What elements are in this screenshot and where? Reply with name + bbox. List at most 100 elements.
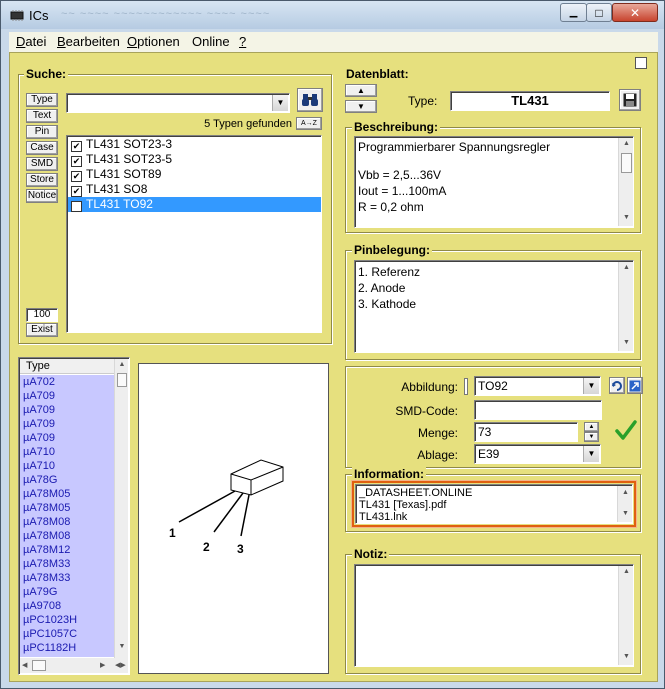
next-button[interactable]: ▼ xyxy=(345,100,377,113)
type-list-item[interactable]: µA78M05 xyxy=(20,487,114,501)
result-item[interactable]: ✔ TL431 SOT23-3 xyxy=(68,137,321,152)
prev-button[interactable]: ▲ xyxy=(345,84,377,97)
type-list-item[interactable]: µA709 xyxy=(20,403,114,417)
scroll-down-icon[interactable]: ▼ xyxy=(618,510,633,517)
scroll-down-icon[interactable]: ▼ xyxy=(619,653,634,660)
abbildung-combobox[interactable]: TO92 ▼ xyxy=(474,376,601,396)
hscroll-thumb[interactable] xyxy=(32,660,46,671)
notes-scrollbar[interactable]: ▲ ▼ xyxy=(618,566,633,665)
description-scrollbar[interactable]: ▲ ▼ xyxy=(618,138,633,226)
type-list-item[interactable]: µA78M05 xyxy=(20,501,114,515)
check-icon[interactable] xyxy=(615,419,637,441)
menu-help[interactable]: ? xyxy=(239,34,246,49)
chevron-down-icon[interactable]: ▼ xyxy=(583,446,599,462)
filter-store-button[interactable]: Store xyxy=(26,173,58,187)
pinout-text[interactable]: 1. Referenz 2. Anode 3. Kathode ▲ ▼ xyxy=(354,260,634,353)
refresh-button[interactable] xyxy=(609,377,625,394)
options-checkbox[interactable] xyxy=(635,57,647,69)
result-checkbox[interactable]: ✔ xyxy=(71,201,82,212)
information-scrollbar[interactable]: ▲ ▼ xyxy=(617,486,632,522)
filter-case-button[interactable]: Case xyxy=(26,141,58,155)
menu-datei[interactable]: Datei xyxy=(16,34,46,49)
menu-optionen[interactable]: Optionen xyxy=(127,34,180,49)
ablage-combobox[interactable]: E39 ▼ xyxy=(474,444,601,464)
result-label: TL431 SOT23-5 xyxy=(86,152,173,166)
scroll-down-icon[interactable]: ▼ xyxy=(115,643,129,650)
binoculars-button[interactable] xyxy=(297,88,323,112)
scroll-both-icon[interactable]: ◀▶ xyxy=(115,661,126,669)
title-bar[interactable]: ICs ~~ ~~~~ ~~~~~~~~~~~~ ~~~~ ~~~~ ▁ □ ✕ xyxy=(1,1,664,29)
scroll-left-icon[interactable]: ◀ xyxy=(22,661,27,669)
type-field[interactable]: TL431 xyxy=(450,91,610,111)
type-list-item[interactable]: µA710 xyxy=(20,459,114,473)
type-list-item[interactable]: µA702 xyxy=(20,375,114,389)
close-button[interactable]: ✕ xyxy=(612,3,658,22)
type-list-item[interactable]: µA78M33 xyxy=(20,571,114,585)
exist-button[interactable]: Exist xyxy=(26,323,58,337)
scroll-down-icon[interactable]: ▼ xyxy=(619,214,634,221)
type-list-item[interactable]: µA79G xyxy=(20,585,114,599)
result-checkbox[interactable]: ✔ xyxy=(71,141,82,152)
save-button[interactable] xyxy=(619,89,641,111)
type-list-item[interactable]: µA709 xyxy=(20,389,114,403)
notes-field[interactable]: ▲ ▼ xyxy=(354,564,634,667)
scroll-up-icon[interactable]: ▲ xyxy=(619,264,634,271)
filter-type-button[interactable]: Type xyxy=(26,93,58,107)
type-list-item[interactable]: µPC1057C xyxy=(20,627,114,641)
pin-label-3: 3 xyxy=(237,542,244,556)
scroll-thumb[interactable] xyxy=(117,373,127,387)
count-field[interactable]: 100 xyxy=(26,308,58,322)
result-checkbox[interactable]: ✔ xyxy=(71,156,82,167)
type-list-item[interactable]: µA78M08 xyxy=(20,529,114,543)
filter-smd-button[interactable]: SMD xyxy=(26,157,58,171)
menge-down-button[interactable]: ▼ xyxy=(584,432,599,442)
scroll-down-icon[interactable]: ▼ xyxy=(619,339,634,346)
type-list-item[interactable]: µA78M08 xyxy=(20,515,114,529)
refresh-icon xyxy=(612,381,622,391)
type-list-hscrollbar[interactable]: ◀ ▶ ◀▶ xyxy=(20,658,128,673)
type-list-item[interactable]: µA78G xyxy=(20,473,114,487)
result-item[interactable]: ✔ TL431 TO92 xyxy=(68,197,321,212)
maximize-button[interactable]: □ xyxy=(586,3,612,22)
scroll-up-icon[interactable]: ▲ xyxy=(115,361,129,368)
filter-pin-button[interactable]: Pin xyxy=(26,125,58,139)
chevron-down-icon[interactable]: ▼ xyxy=(583,378,599,394)
description-text[interactable]: Programmierbarer Spannungsregler Vbb = 2,… xyxy=(354,136,634,228)
scroll-up-icon[interactable]: ▲ xyxy=(618,489,633,496)
scroll-up-icon[interactable]: ▲ xyxy=(619,140,634,147)
menge-field[interactable]: 73 xyxy=(474,422,578,442)
abbildung-handle[interactable] xyxy=(464,378,468,395)
scroll-right-icon[interactable]: ▶ xyxy=(100,661,105,669)
menu-online[interactable]: Online xyxy=(192,34,230,49)
result-checkbox[interactable]: ✔ xyxy=(71,186,82,197)
type-list-item[interactable]: µA709 xyxy=(20,431,114,445)
type-list-item[interactable]: µA709 xyxy=(20,417,114,431)
minimize-button[interactable]: ▁ xyxy=(560,3,587,22)
result-item[interactable]: ✔ TL431 SO8 xyxy=(68,182,321,197)
type-list-item[interactable]: µPC1182H xyxy=(20,641,114,655)
information-list[interactable]: _DATASHEET.ONLINE TL431 [Texas].pdf TL431.… xyxy=(355,484,633,524)
type-list-item[interactable]: µA78M33 xyxy=(20,557,114,571)
scroll-up-icon[interactable]: ▲ xyxy=(619,568,634,575)
type-list-item[interactable]: µA9708 xyxy=(20,599,114,613)
menu-bearbeiten[interactable]: Bearbeiten xyxy=(57,34,120,49)
type-list-item[interactable]: µA710 xyxy=(20,445,114,459)
scroll-thumb[interactable] xyxy=(621,153,632,173)
filter-notice-button[interactable]: Notice xyxy=(26,189,58,203)
type-list-item[interactable]: µPC1023H xyxy=(20,613,114,627)
search-input[interactable] xyxy=(70,96,266,110)
result-item[interactable]: ✔ TL431 SOT89 xyxy=(68,167,321,182)
filter-text-button[interactable]: Text xyxy=(26,109,58,123)
pinout-scrollbar[interactable]: ▲ ▼ xyxy=(618,262,633,351)
type-list-item[interactable]: µA78M12 xyxy=(20,543,114,557)
sort-button[interactable]: A→Z xyxy=(296,117,322,130)
chevron-down-icon[interactable]: ▼ xyxy=(272,95,288,111)
result-checkbox[interactable]: ✔ xyxy=(71,171,82,182)
menge-up-button[interactable]: ▲ xyxy=(584,422,599,432)
type-list-scrollbar[interactable]: ▲ ▼ xyxy=(114,359,128,658)
search-combobox[interactable]: ▼ xyxy=(66,93,290,113)
link-button[interactable] xyxy=(627,377,643,394)
result-item[interactable]: ✔ TL431 SOT23-5 xyxy=(68,152,321,167)
smd-code-field[interactable] xyxy=(474,400,602,420)
type-list-header[interactable]: Type xyxy=(20,359,114,374)
